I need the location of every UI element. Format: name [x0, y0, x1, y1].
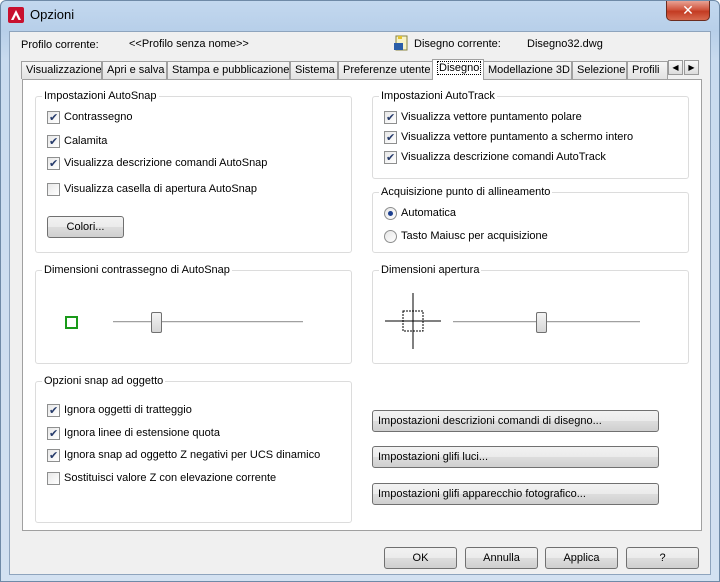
checkbox-checked-icon [47, 157, 60, 170]
checkbox-fullscreen-tracking-vector[interactable]: Visualizza vettore puntamento a schermo … [384, 131, 633, 145]
marker-size-group: Dimensioni contrassegno di AutoSnap [35, 264, 352, 364]
lights-glyph-settings-button[interactable]: Impostazioni glifi luci... [372, 446, 659, 468]
cancel-button[interactable]: Annulla [465, 547, 538, 569]
autotrack-settings-group: Impostazioni AutoTrack Visualizza vettor… [372, 90, 689, 179]
colors-button[interactable]: Colori... [47, 216, 124, 238]
checkbox-unchecked-icon [47, 472, 60, 485]
checkbox-autosnap-tooltip[interactable]: Visualizza descrizione comandi AutoSnap [47, 157, 267, 171]
autotrack-settings-title: Impostazioni AutoTrack [379, 90, 497, 102]
tab-sistema[interactable]: Sistema [290, 61, 338, 79]
tab-preferenze-utente[interactable]: Preferenze utente [338, 61, 433, 79]
help-button[interactable]: ? [626, 547, 699, 569]
aperture-crosshair-icon [385, 293, 441, 349]
checkbox-label: Visualizza casella di apertura AutoSnap [64, 183, 258, 195]
radio-selected-icon [384, 207, 397, 220]
checkbox-autotrack-tooltip[interactable]: Visualizza descrizione comandi AutoTrack [384, 151, 606, 165]
checkbox-checked-icon [47, 427, 60, 440]
tab-apri-e-salva[interactable]: Apri e salva [102, 61, 167, 79]
camera-glyph-settings-button[interactable]: Impostazioni glifi apparecchio fotografi… [372, 483, 659, 505]
checkbox-label: Visualizza vettore puntamento a schermo … [401, 131, 634, 143]
checkbox-ignore-negative-z[interactable]: Ignora snap ad oggetto Z negativi per UC… [47, 449, 320, 463]
checkbox-checked-icon [47, 404, 60, 417]
alignment-acquisition-group: Acquisizione punto di allineamento Autom… [372, 186, 689, 253]
close-button[interactable]: ✕ [666, 1, 710, 21]
checkbox-checked-icon [384, 111, 397, 124]
checkbox-replace-z-elevation[interactable]: Sostituisci valore Z con elevazione corr… [47, 472, 276, 486]
radio-automatica[interactable]: Automatica [384, 207, 456, 221]
current-profile-label: Profilo corrente: [21, 39, 99, 51]
aperture-size-title: Dimensioni apertura [379, 264, 482, 276]
tab-modellazione-3d[interactable]: Modellazione 3D [483, 61, 572, 79]
checkbox-checked-icon [384, 131, 397, 144]
tab-scroll-arrows: ◀ ▶ [668, 60, 700, 76]
radio-label: Automatica [401, 207, 457, 219]
marker-size-slider-track[interactable] [113, 321, 303, 324]
dialog-client: Profilo corrente: <<Profilo senza nome>>… [9, 31, 711, 575]
ok-button[interactable]: OK [384, 547, 457, 569]
tab-scroll-right-icon[interactable]: ▶ [684, 60, 699, 75]
tab-disegno[interactable]: Disegno [432, 59, 484, 80]
osnap-options-title: Opzioni snap ad oggetto [42, 375, 166, 387]
aperture-size-group: Dimensioni apertura [372, 264, 689, 364]
disegno-panel: Impostazioni AutoSnap Contrassegno Calam… [22, 79, 702, 531]
checkbox-checked-icon [47, 449, 60, 462]
autosnap-settings-group: Impostazioni AutoSnap Contrassegno Calam… [35, 90, 352, 253]
checkbox-label: Visualizza descrizione comandi AutoTrack [401, 151, 606, 163]
checkbox-label: Sostituisci valore Z con elevazione corr… [64, 472, 277, 484]
window-title: Opzioni [30, 7, 75, 22]
tab-profili[interactable]: Profili [627, 61, 668, 79]
marker-size-title: Dimensioni contrassegno di AutoSnap [42, 264, 232, 276]
radio-shift-acquire[interactable]: Tasto Maiusc per acquisizione [384, 230, 548, 244]
apply-button[interactable]: Applica [545, 547, 618, 569]
checkbox-label: Contrassegno [64, 111, 133, 123]
checkbox-unchecked-icon [47, 183, 60, 196]
radio-unselected-icon [384, 230, 397, 243]
checkbox-checked-icon [384, 151, 397, 164]
checkbox-label: Ignora oggetti di tratteggio [64, 404, 192, 416]
current-profile-value: <<Profilo senza nome>> [129, 38, 249, 50]
checkbox-label: Ignora linee di estensione quota [64, 427, 220, 439]
checkbox-label: Ignora snap ad oggetto Z negativi per UC… [64, 449, 321, 461]
checkbox-label: Visualizza vettore puntamento polare [401, 111, 582, 123]
autosnap-settings-title: Impostazioni AutoSnap [42, 90, 159, 102]
options-dialog: Opzioni ✕ Profilo corrente: <<Profilo se… [0, 0, 720, 582]
osnap-options-group: Opzioni snap ad oggetto Ignora oggetti d… [35, 375, 352, 523]
alignment-acquisition-title: Acquisizione punto di allineamento [379, 186, 553, 198]
current-drawing-label: Disegno corrente: [414, 38, 501, 50]
checkbox-polar-tracking-vector[interactable]: Visualizza vettore puntamento polare [384, 111, 582, 125]
checkbox-label: Calamita [64, 135, 108, 147]
autocad-logo-icon [8, 7, 24, 23]
autosnap-marker-preview [65, 316, 78, 329]
checkbox-checked-icon [47, 111, 60, 124]
title-bar[interactable]: Opzioni ✕ [1, 1, 719, 29]
checkbox-ignore-hatch[interactable]: Ignora oggetti di tratteggio [47, 404, 192, 418]
checkbox-ignore-dimension-extension[interactable]: Ignora linee di estensione quota [47, 427, 220, 441]
current-drawing-value: Disegno32.dwg [527, 38, 603, 50]
aperture-size-slider-thumb[interactable] [536, 312, 547, 333]
checkbox-checked-icon [47, 135, 60, 148]
tab-visualizzazione[interactable]: Visualizzazione [21, 61, 102, 79]
checkbox-autosnap-aperture-box[interactable]: Visualizza casella di apertura AutoSnap [47, 183, 257, 197]
tab-disegno-label: Disegno [437, 61, 482, 75]
drawing-file-icon [394, 35, 408, 51]
tab-scroll-left-icon[interactable]: ◀ [668, 60, 683, 75]
checkbox-calamita[interactable]: Calamita [47, 135, 107, 149]
checkbox-label: Visualizza descrizione comandi AutoSnap [64, 157, 268, 169]
tab-stampa-e-pubblicazione[interactable]: Stampa e pubblicazione [167, 61, 290, 79]
radio-label: Tasto Maiusc per acquisizione [401, 230, 548, 242]
checkbox-contrassegno[interactable]: Contrassegno [47, 111, 133, 125]
drafting-tooltip-settings-button[interactable]: Impostazioni descrizioni comandi di dise… [372, 410, 659, 432]
marker-size-slider-thumb[interactable] [151, 312, 162, 333]
tab-selezione[interactable]: Selezione [572, 61, 627, 79]
